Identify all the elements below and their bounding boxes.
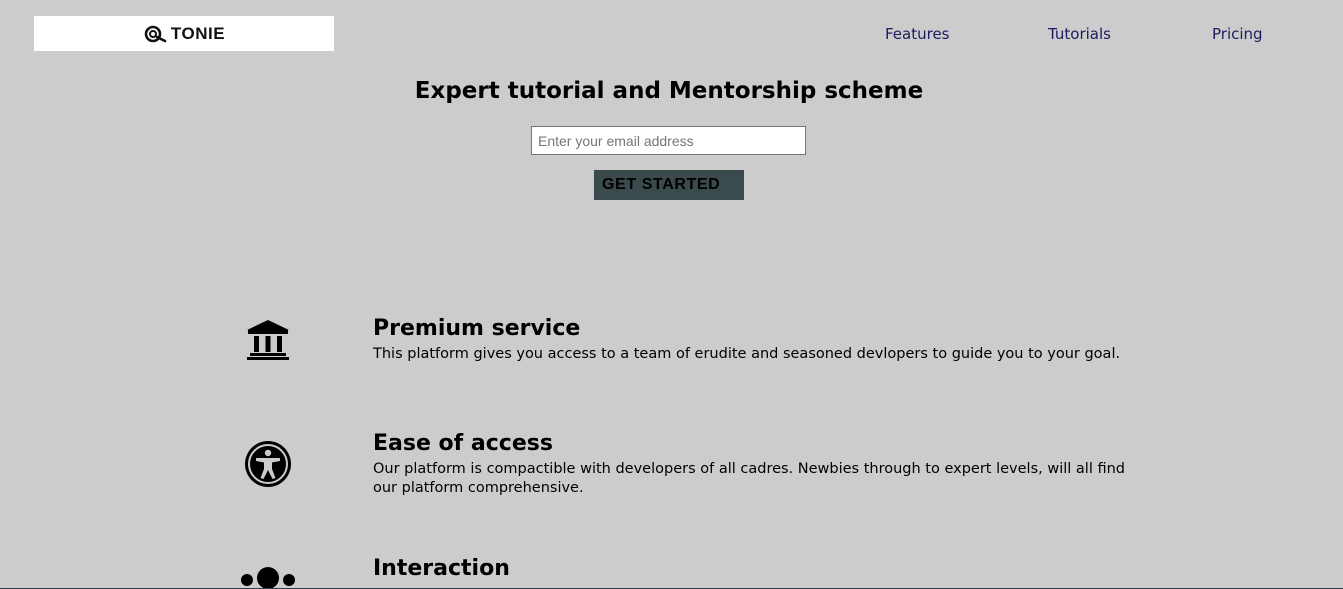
feature-title-interaction: Interaction (373, 556, 510, 581)
hero-title: Expert tutorial and Mentorship scheme (414, 78, 924, 104)
logo[interactable]: TONIE (34, 16, 334, 51)
bank-icon (244, 318, 292, 362)
feature-title-ease: Ease of access (373, 431, 553, 456)
accessibility-icon (244, 440, 292, 488)
feature-desc-premium: This platform gives you access to a team… (373, 346, 1121, 362)
email-input[interactable] (531, 126, 806, 155)
nav-link-pricing[interactable]: Pricing (1212, 25, 1263, 43)
nav-link-features[interactable]: Features (885, 25, 950, 43)
landing-page: TONIE Features Tutorials Pricing Expert … (0, 0, 1343, 589)
nav-link-tutorials[interactable]: Tutorials (1048, 25, 1111, 43)
logo-text: TONIE (170, 23, 226, 43)
dots-icon (240, 566, 298, 589)
get-started-button[interactable]: GET STARTED (594, 170, 744, 200)
logo-mark: TONIE (143, 24, 225, 44)
feature-desc-ease: Our platform is compactible with develop… (373, 461, 1125, 496)
feature-title-premium: Premium service (373, 316, 581, 341)
logo-swirl-icon (144, 25, 167, 42)
